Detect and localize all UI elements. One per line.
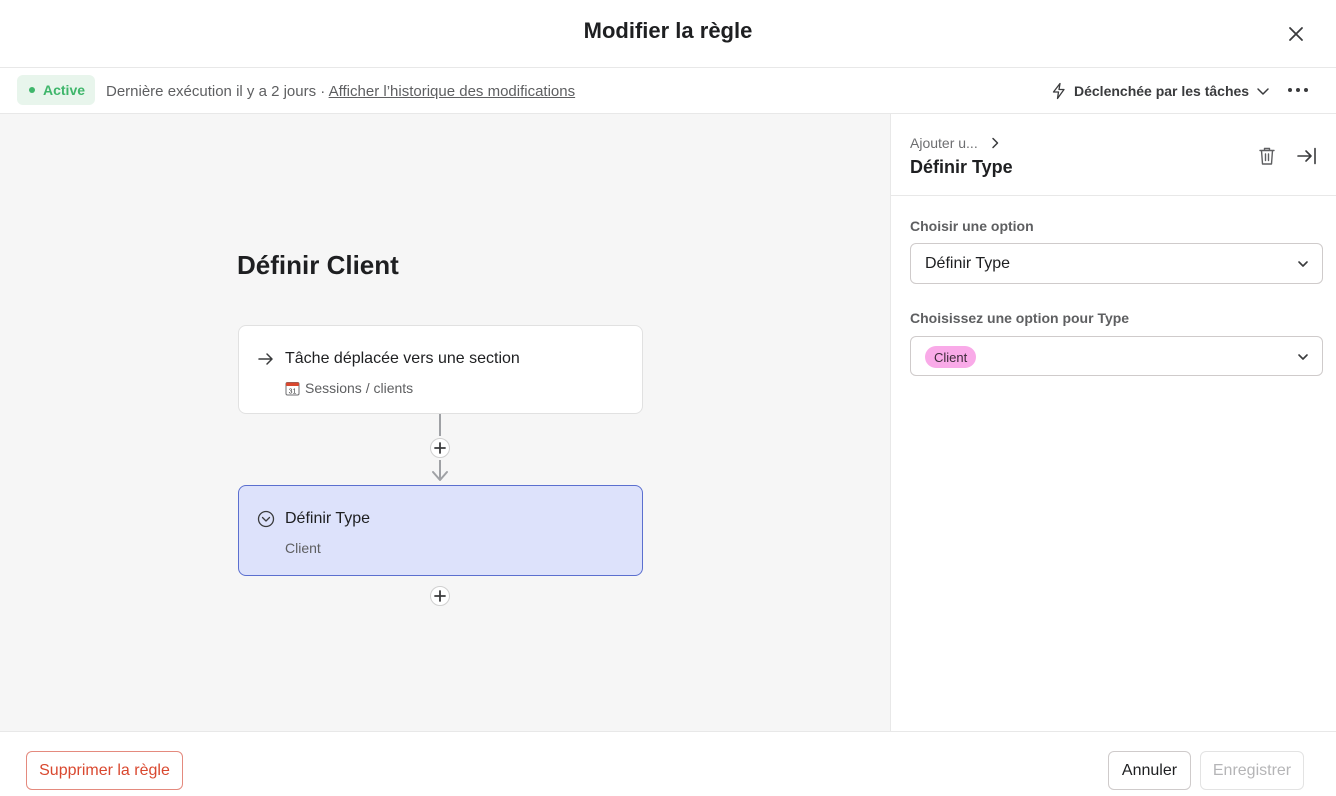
- more-icon: [1288, 88, 1308, 92]
- chevron-down-icon: [1298, 354, 1308, 360]
- option-field-label: Choisir une option: [910, 218, 1034, 234]
- breadcrumb-label: Ajouter u...: [910, 135, 978, 151]
- trigger-type-dropdown[interactable]: Déclenchée par les tâches: [1050, 79, 1271, 103]
- cancel-button[interactable]: Annuler: [1108, 751, 1191, 790]
- add-step-button[interactable]: [430, 438, 450, 458]
- rule-canvas: Définir Client Tâche déplacée vers une s…: [0, 114, 890, 731]
- breadcrumb[interactable]: Ajouter u...: [910, 135, 1000, 151]
- connector-line: [439, 414, 441, 436]
- chevron-down-icon: [1257, 88, 1269, 95]
- calendar-icon: 31: [285, 381, 300, 395]
- status-badge: Active: [17, 75, 96, 105]
- panel-title: Définir Type: [910, 157, 1013, 177]
- collapse-panel-icon[interactable]: [1295, 144, 1319, 168]
- add-step-button[interactable]: [430, 586, 450, 606]
- chevron-right-icon: [991, 137, 998, 149]
- modal-header: Modifier la règle: [0, 0, 1336, 68]
- plus-icon: [434, 590, 446, 602]
- trigger-type-label: Déclenchée par les tâches: [1074, 83, 1250, 99]
- type-field-label: Choisissez une option pour Type: [910, 310, 1130, 326]
- arrow-right-icon: [258, 353, 273, 365]
- option-select[interactable]: Définir Type: [910, 243, 1323, 284]
- status-dot: [29, 87, 35, 93]
- status-label: Active: [43, 82, 86, 98]
- action-card-title: Définir Type: [285, 510, 371, 527]
- close-icon[interactable]: [1282, 20, 1310, 48]
- rule-status-bar: Active Dernière exécution il y a 2 jours…: [0, 68, 1336, 114]
- modal-title: Modifier la règle: [583, 18, 753, 43]
- trigger-card-title: Tâche déplacée vers une section: [285, 350, 520, 367]
- action-settings-panel: Ajouter u... Définir Type Choisir une op…: [890, 114, 1336, 731]
- svg-text:31: 31: [289, 388, 297, 395]
- trigger-card[interactable]: Tâche déplacée vers une section 31 Sessi…: [238, 325, 643, 414]
- type-value-pill: Client: [925, 346, 977, 368]
- lightning-icon: [1052, 82, 1065, 100]
- delete-rule-button[interactable]: Supprimer la règle: [26, 751, 183, 790]
- action-card-subtitle: Client: [285, 540, 321, 556]
- type-select[interactable]: Client: [910, 336, 1323, 376]
- dropdown-circle-icon: [257, 510, 275, 528]
- rule-title: Définir Client: [237, 250, 399, 280]
- plus-icon: [434, 442, 446, 454]
- history-link[interactable]: Afficher l’historique des modifications: [329, 83, 576, 100]
- chevron-down-icon: [1298, 261, 1308, 267]
- action-card[interactable]: Définir Type Client: [238, 485, 643, 576]
- last-run-text: Dernière exécution il y a 2 jours · Affi…: [106, 83, 575, 100]
- more-options-button[interactable]: [1284, 78, 1312, 102]
- panel-header: Ajouter u... Définir Type: [891, 114, 1336, 196]
- arrow-down-icon: [432, 471, 448, 481]
- modal-footer: Supprimer la règle Annuler Enregistrer: [0, 731, 1336, 796]
- last-run-label: Dernière exécution il y a 2 jours ·: [106, 83, 326, 100]
- trash-icon[interactable]: [1255, 144, 1279, 168]
- save-button[interactable]: Enregistrer: [1200, 751, 1304, 790]
- option-select-value: Définir Type: [925, 255, 1011, 272]
- trigger-card-subtitle: Sessions / clients: [305, 380, 414, 396]
